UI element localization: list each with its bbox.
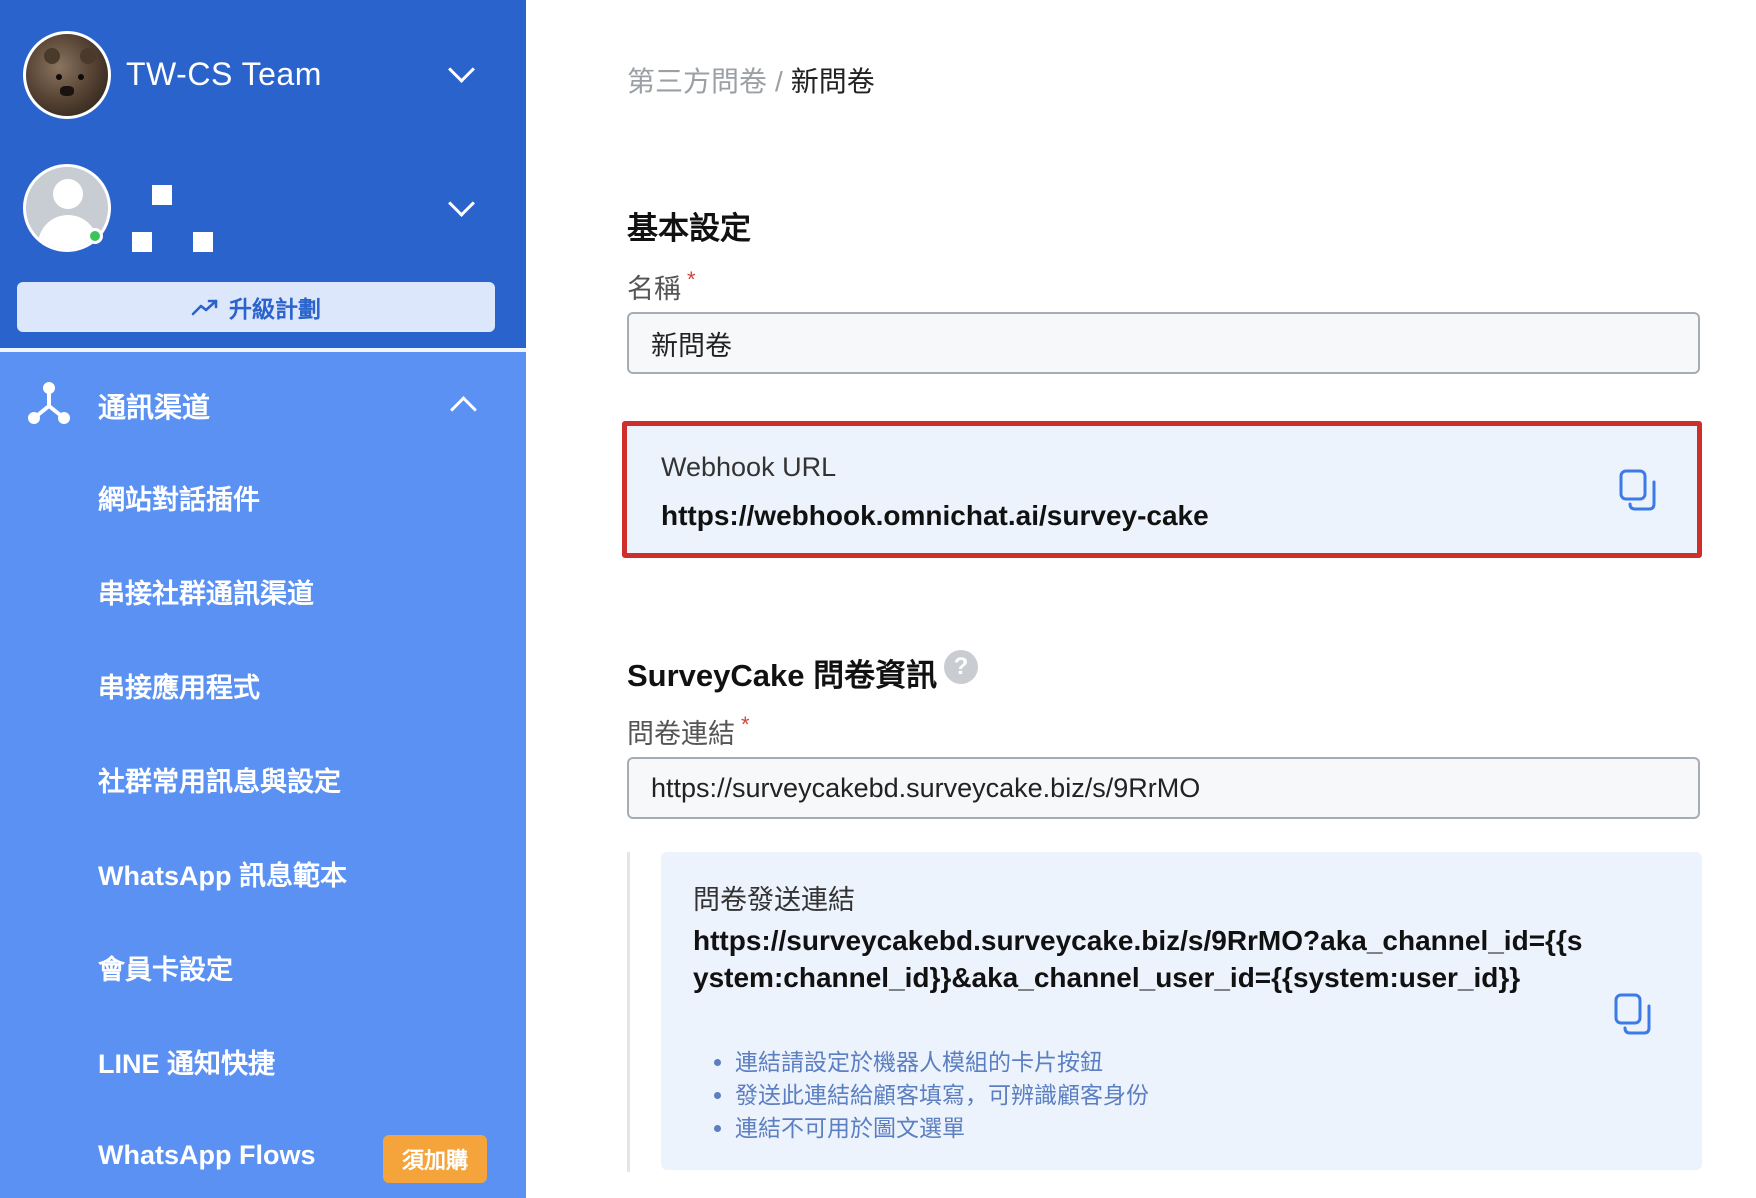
name-field[interactable]: 新問卷 <box>627 312 1700 374</box>
name-field-value: 新問卷 <box>651 330 732 361</box>
basic-settings-title: 基本設定 <box>627 211 751 246</box>
addon-badge: 須加購 <box>383 1135 487 1183</box>
sidebar: TW-CS Team 升級計劃 通訊渠道 網站對話插件 串接社群通訊渠道 串接應… <box>0 0 526 1198</box>
redacted-name-block <box>152 185 172 205</box>
webhook-url-box: Webhook URL https://webhook.omnichat.ai/… <box>622 421 1702 558</box>
nav-section-label: 通訊渠道 <box>98 392 211 423</box>
team-avatar <box>23 31 111 119</box>
usage-note: 發送此連結給顧客填寫，可辨識顧客身份 <box>735 1079 1149 1112</box>
sidebar-item-social-channels[interactable]: 串接社群通訊渠道 <box>98 572 314 611</box>
sidebar-header: TW-CS Team 升級計劃 <box>0 0 526 348</box>
breadcrumb-parent[interactable]: 第三方問卷 <box>627 66 767 97</box>
sidebar-item-membership-card[interactable]: 會員卡設定 <box>98 948 233 987</box>
trend-up-icon <box>191 299 218 316</box>
survey-send-link-section: 問卷發送連結 https://surveycakebd.surveycake.b… <box>627 852 1702 1172</box>
redacted-name-block <box>132 232 152 252</box>
sidebar-divider <box>0 348 526 352</box>
usage-notes: 連結請設定於機器人模組的卡片按鈕 發送此連結給顧客填寫，可辨識顧客身份 連結不可… <box>713 1046 1149 1145</box>
webhook-url-label: Webhook URL <box>661 452 837 482</box>
redacted-name-block <box>193 232 213 252</box>
survey-link-value: https://surveycakebd.surveycake.biz/s/9R… <box>651 772 1201 803</box>
survey-send-link-value: https://surveycakebd.surveycake.biz/s/9R… <box>693 925 1583 993</box>
usage-note: 連結請設定於機器人模組的卡片按鈕 <box>735 1046 1149 1079</box>
surveycake-section-title: SurveyCake 問卷資訊 <box>627 658 938 693</box>
name-label: 名稱 * <box>627 267 696 304</box>
usage-note: 連結不可用於圖文選單 <box>735 1112 1149 1145</box>
sidebar-item-social-messages-settings[interactable]: 社群常用訊息與設定 <box>98 760 341 799</box>
breadcrumb-separator: / <box>775 66 783 97</box>
upgrade-plan-button[interactable]: 升級計劃 <box>17 282 495 332</box>
sidebar-item-app-integration[interactable]: 串接應用程式 <box>98 666 260 705</box>
team-name: TW-CS Team <box>126 56 322 92</box>
chevron-down-icon[interactable] <box>448 56 475 83</box>
copy-icon[interactable] <box>1618 468 1658 512</box>
sidebar-item-web-chat-plugin[interactable]: 網站對話插件 <box>98 478 260 517</box>
survey-send-link-box: 問卷發送連結 https://surveycakebd.surveycake.b… <box>661 852 1702 1170</box>
nav-section-channels[interactable]: 通訊渠道 <box>0 376 526 436</box>
survey-link-field[interactable]: https://surveycakebd.surveycake.biz/s/9R… <box>627 757 1700 819</box>
survey-send-link-label: 問卷發送連結 <box>693 885 855 915</box>
team-switcher[interactable]: TW-CS Team <box>0 30 526 122</box>
survey-link-label: 問卷連結 * <box>627 712 750 749</box>
copy-icon[interactable] <box>1613 992 1653 1036</box>
upgrade-plan-label: 升級計劃 <box>229 296 321 322</box>
webhook-url-value: https://webhook.omnichat.ai/survey-cake <box>661 500 1209 531</box>
required-mark: * <box>687 267 696 292</box>
sidebar-item-whatsapp-flows[interactable]: WhatsApp Flows <box>98 1140 316 1171</box>
breadcrumb: 第三方問卷 / 新問卷 <box>627 60 875 100</box>
chevron-down-icon[interactable] <box>448 190 475 217</box>
online-status-dot <box>87 228 103 244</box>
chevron-up-icon[interactable] <box>450 396 477 423</box>
section-rail <box>627 852 630 1172</box>
sidebar-item-whatsapp-templates[interactable]: WhatsApp 訊息範本 <box>98 854 347 893</box>
hub-icon <box>28 382 70 424</box>
sidebar-item-line-notify[interactable]: LINE 通知快捷 <box>98 1042 275 1081</box>
required-mark: * <box>741 712 750 737</box>
user-switcher[interactable] <box>0 160 526 260</box>
breadcrumb-current: 新問卷 <box>790 66 875 97</box>
help-icon[interactable]: ? <box>944 650 978 684</box>
